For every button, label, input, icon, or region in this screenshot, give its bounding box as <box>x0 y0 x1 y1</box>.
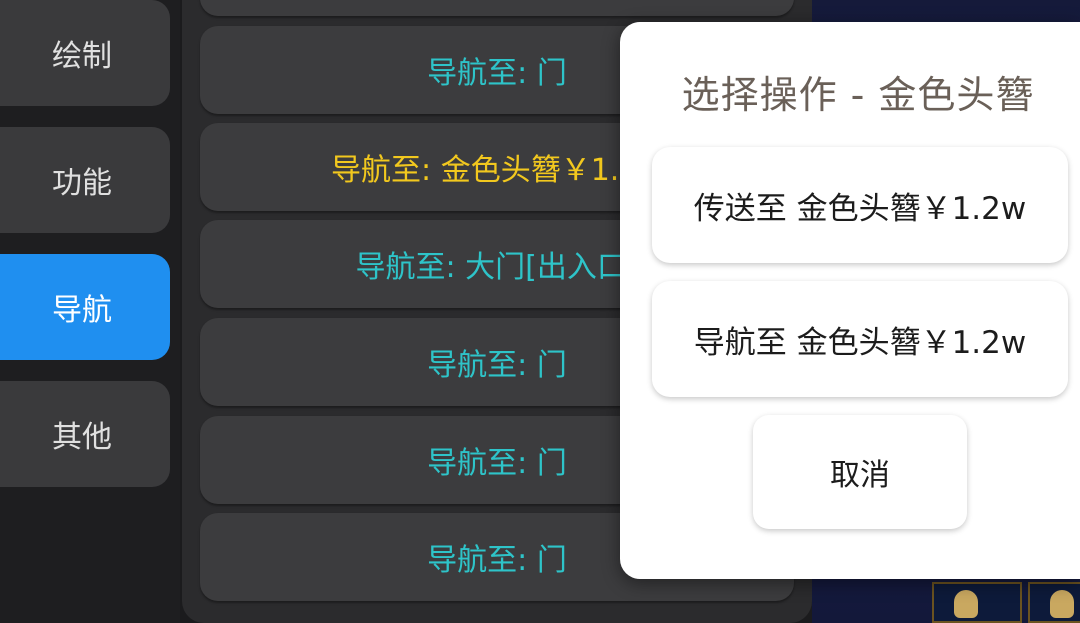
hairpin-icon <box>954 590 978 618</box>
teleport-button[interactable]: 传送至 金色头簪￥1.2w <box>652 147 1068 263</box>
nav-item-navigation[interactable]: 导航 <box>0 254 170 360</box>
item-slot[interactable] <box>1028 582 1080 623</box>
side-nav: 绘制 功能 导航 其他 <box>0 0 180 623</box>
navigate-button[interactable]: 导航至 金色头簪￥1.2w <box>652 281 1068 397</box>
lamp-icon <box>1050 590 1074 618</box>
item-slot[interactable] <box>932 582 1022 623</box>
cancel-button[interactable]: 取消 <box>753 415 967 529</box>
nav-item-draw[interactable]: 绘制 <box>0 0 170 106</box>
action-dialog: 选择操作 - 金色头簪 传送至 金色头簪￥1.2w 导航至 金色头簪￥1.2w … <box>620 22 1080 579</box>
nav-item-function[interactable]: 功能 <box>0 127 170 233</box>
dialog-title: 选择操作 - 金色头簪 <box>681 73 1035 117</box>
list-item[interactable] <box>200 0 794 16</box>
nav-item-other[interactable]: 其他 <box>0 381 170 487</box>
